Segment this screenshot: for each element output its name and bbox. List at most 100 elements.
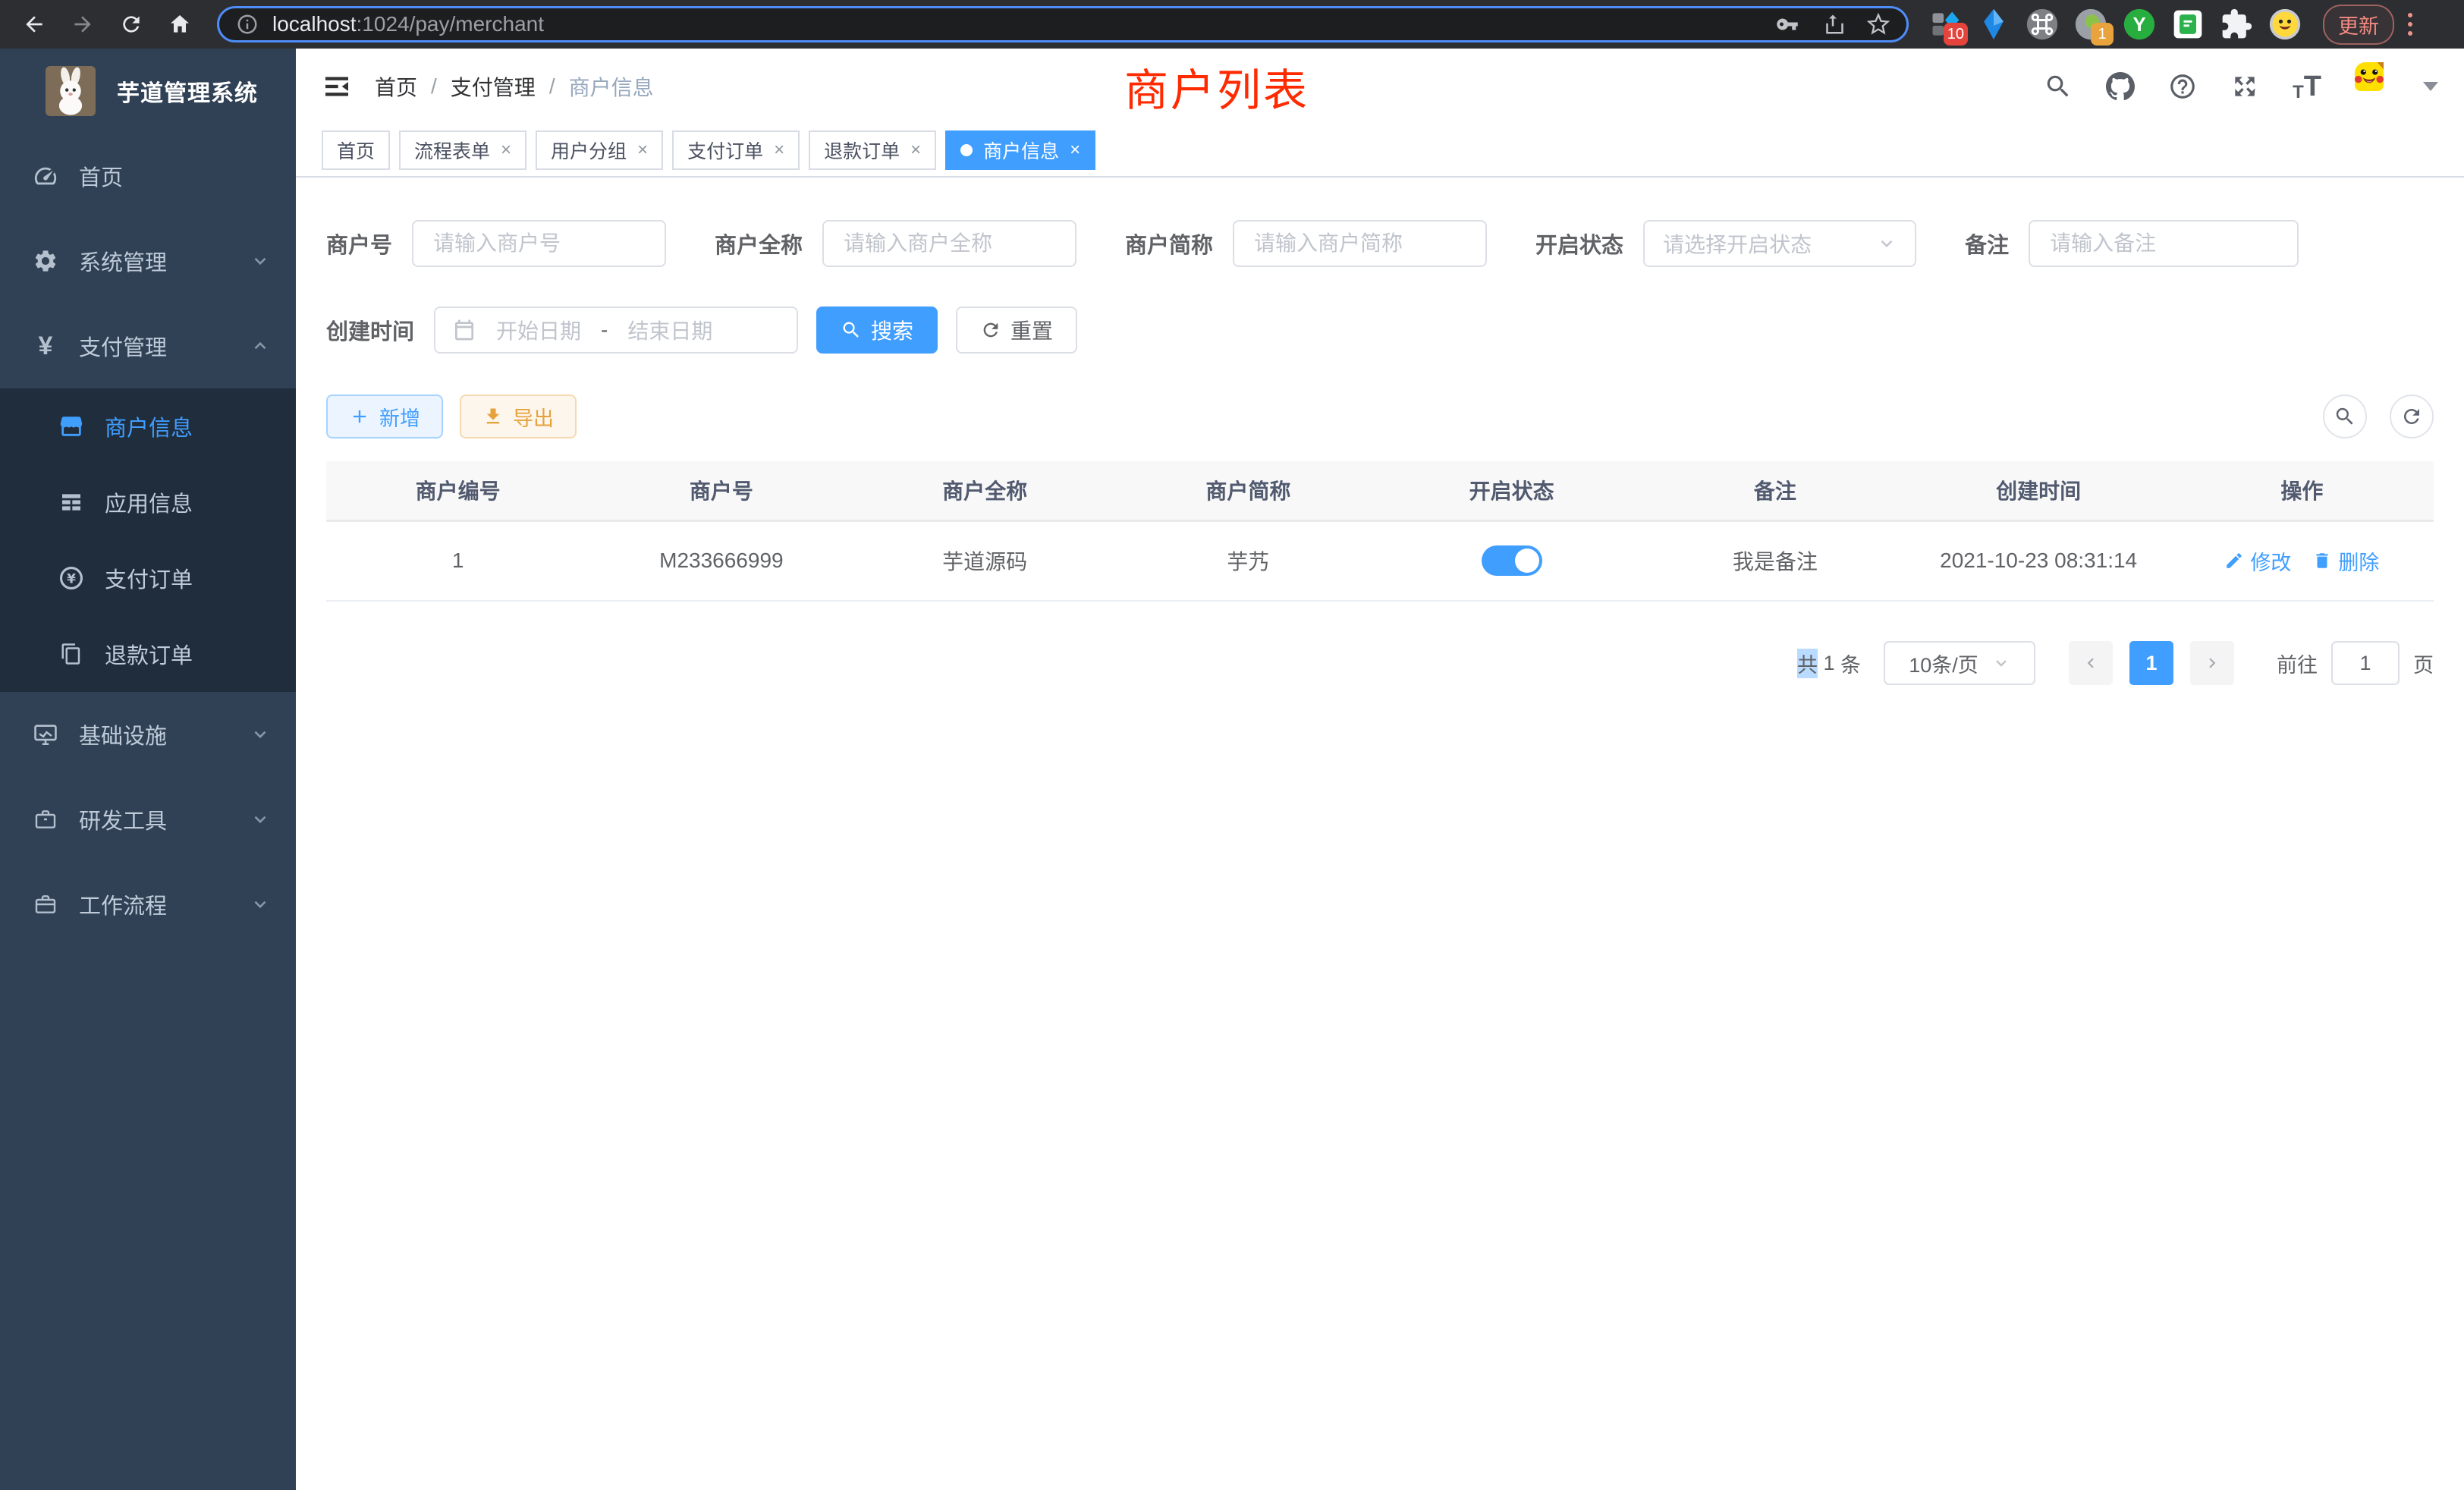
extension-green-dot-icon[interactable]: 1 <box>2074 8 2107 41</box>
close-icon[interactable]: × <box>910 141 921 159</box>
browser-forward-button[interactable] <box>68 10 97 39</box>
extension-blue-diamond-icon[interactable]: 10 <box>1928 8 1962 41</box>
content: 商户号 商户全称 商户简称 开启状态 请选择开启状态 <box>296 178 2464 1490</box>
sidebar-item-dev-tools[interactable]: 研发工具 <box>0 777 296 862</box>
tab-merchant-info[interactable]: 商户信息× <box>945 130 1095 170</box>
refresh-icon <box>980 319 1001 341</box>
dashboard-icon <box>32 162 59 190</box>
sidebar-item-label: 系统管理 <box>79 245 167 277</box>
tab-user-group[interactable]: 用户分组× <box>536 130 663 170</box>
sidebar-item-label: 商户信息 <box>105 410 193 442</box>
bookmark-star-icon[interactable] <box>1867 13 1890 36</box>
close-icon[interactable]: × <box>1070 141 1080 159</box>
browser-menu-kebab-icon[interactable] <box>2408 13 2412 36</box>
extensions-puzzle-icon[interactable] <box>2220 8 2253 41</box>
svg-text:Y: Y <box>2132 14 2145 36</box>
sidebar-item-app-info[interactable]: 应用信息 <box>0 464 296 540</box>
sidebar-item-merchant-info[interactable]: 商户信息 <box>0 388 296 464</box>
sidebar-item-workflow[interactable]: 工作流程 <box>0 862 296 947</box>
fullscreen-icon[interactable] <box>2230 72 2259 101</box>
extension-green-doc-icon[interactable] <box>2171 8 2205 41</box>
logo-row[interactable]: 芋道管理系统 <box>0 49 296 134</box>
password-key-icon[interactable] <box>1776 13 1799 36</box>
filter-row-1: 商户号 商户全称 商户简称 开启状态 请选择开启状态 <box>326 220 2434 267</box>
sidebar-item-label: 退款订单 <box>105 638 193 670</box>
grid-icon <box>58 489 85 516</box>
font-size-icon[interactable]: TT <box>2293 71 2321 103</box>
sidebar-item-payment[interactable]: ¥ 支付管理 <box>0 303 296 388</box>
add-button[interactable]: 新增 <box>326 395 443 439</box>
sidebar-item-home[interactable]: 首页 <box>0 134 296 218</box>
search-icon <box>2334 405 2356 428</box>
goto-page-input[interactable] <box>2331 641 2400 685</box>
tab-home[interactable]: 首页 <box>322 130 390 170</box>
briefcase-icon <box>32 806 59 833</box>
toolbar: 新增 导出 <box>326 395 2434 439</box>
browser-update-button[interactable]: 更新 <box>2323 5 2394 45</box>
tab-pay-order[interactable]: 支付订单× <box>672 130 800 170</box>
browser-address-bar[interactable]: localhost:1024/pay/merchant <box>217 6 1909 42</box>
sidebar-item-system[interactable]: 系统管理 <box>0 218 296 303</box>
download-icon <box>482 406 504 427</box>
yen-circle-icon: ¥ <box>58 564 85 592</box>
extension-kite-icon[interactable] <box>1977 8 2010 41</box>
close-icon[interactable]: × <box>501 141 511 159</box>
prev-page-button[interactable] <box>2069 641 2113 685</box>
browser-back-button[interactable] <box>20 10 49 39</box>
page-info-icon[interactable] <box>236 13 259 36</box>
yen-icon: ¥ <box>32 332 59 360</box>
refresh-icon <box>2400 405 2423 428</box>
reset-button[interactable]: 重置 <box>956 306 1077 354</box>
chevron-down-icon <box>1877 234 1897 253</box>
col-header: 商户简称 <box>1117 461 1380 520</box>
export-button[interactable]: 导出 <box>460 395 577 439</box>
status-select[interactable]: 请选择开启状态 <box>1643 220 1916 267</box>
chevron-up-icon <box>250 336 270 356</box>
breadcrumb: 首页 / 支付管理 / 商户信息 <box>375 71 654 102</box>
remark-input[interactable] <box>2029 220 2299 267</box>
avatar[interactable] <box>2355 62 2403 111</box>
extension-command-icon[interactable] <box>2026 8 2059 41</box>
close-icon[interactable]: × <box>637 141 648 159</box>
share-icon[interactable] <box>1821 13 1844 36</box>
edit-link[interactable]: 修改 <box>2224 546 2291 576</box>
page-size-select[interactable]: 10条/页 <box>1884 641 2035 685</box>
close-icon[interactable]: × <box>774 141 784 159</box>
breadcrumb-home[interactable]: 首页 <box>375 71 417 102</box>
create-time-label: 创建时间 <box>326 314 414 346</box>
hamburger-collapse-icon[interactable] <box>322 71 352 102</box>
browser-home-button[interactable] <box>165 10 194 39</box>
browser-reload-button[interactable] <box>117 10 146 39</box>
sidebar-item-infrastructure[interactable]: 基础设施 <box>0 692 296 777</box>
full-name-input[interactable] <box>822 220 1076 267</box>
github-icon[interactable] <box>2106 72 2135 101</box>
sidebar-item-refund-order[interactable]: 退款订单 <box>0 616 296 692</box>
chevron-right-icon <box>2202 653 2222 673</box>
create-time-range-picker[interactable]: 开始日期 - 结束日期 <box>434 306 798 354</box>
col-header: 商户号 <box>589 461 853 520</box>
next-page-button[interactable] <box>2190 641 2234 685</box>
sidebar-item-pay-order[interactable]: ¥ 支付订单 <box>0 540 296 616</box>
logo-rabbit-image <box>46 66 96 116</box>
breadcrumb-payment[interactable]: 支付管理 <box>451 71 536 102</box>
delete-link[interactable]: 删除 <box>2312 546 2379 576</box>
merchant-table: 商户编号 商户号 商户全称 商户简称 开启状态 备注 创建时间 操作 1 M23… <box>326 461 2434 602</box>
search-icon[interactable] <box>2044 72 2073 101</box>
tab-process-form[interactable]: 流程表单× <box>399 130 526 170</box>
monitor-icon <box>32 721 59 748</box>
merchant-no-input[interactable] <box>412 220 666 267</box>
status-toggle[interactable] <box>1482 545 1542 576</box>
sidebar-item-label: 工作流程 <box>79 888 167 920</box>
show-search-toggle-button[interactable] <box>2323 395 2367 439</box>
short-name-input[interactable] <box>1233 220 1487 267</box>
refresh-table-button[interactable] <box>2390 395 2434 439</box>
search-button[interactable]: 搜索 <box>816 306 938 354</box>
help-icon[interactable] <box>2168 72 2197 101</box>
sidebar-item-label: 基础设施 <box>79 718 167 750</box>
profile-emoji-icon[interactable] <box>2268 8 2302 41</box>
extension-y-logo-icon[interactable]: Y <box>2123 8 2156 41</box>
page-number-1[interactable]: 1 <box>2129 641 2173 685</box>
pencil-icon <box>2224 551 2244 571</box>
tab-refund-order[interactable]: 退款订单× <box>809 130 936 170</box>
avatar-caret-icon[interactable] <box>2423 82 2438 91</box>
